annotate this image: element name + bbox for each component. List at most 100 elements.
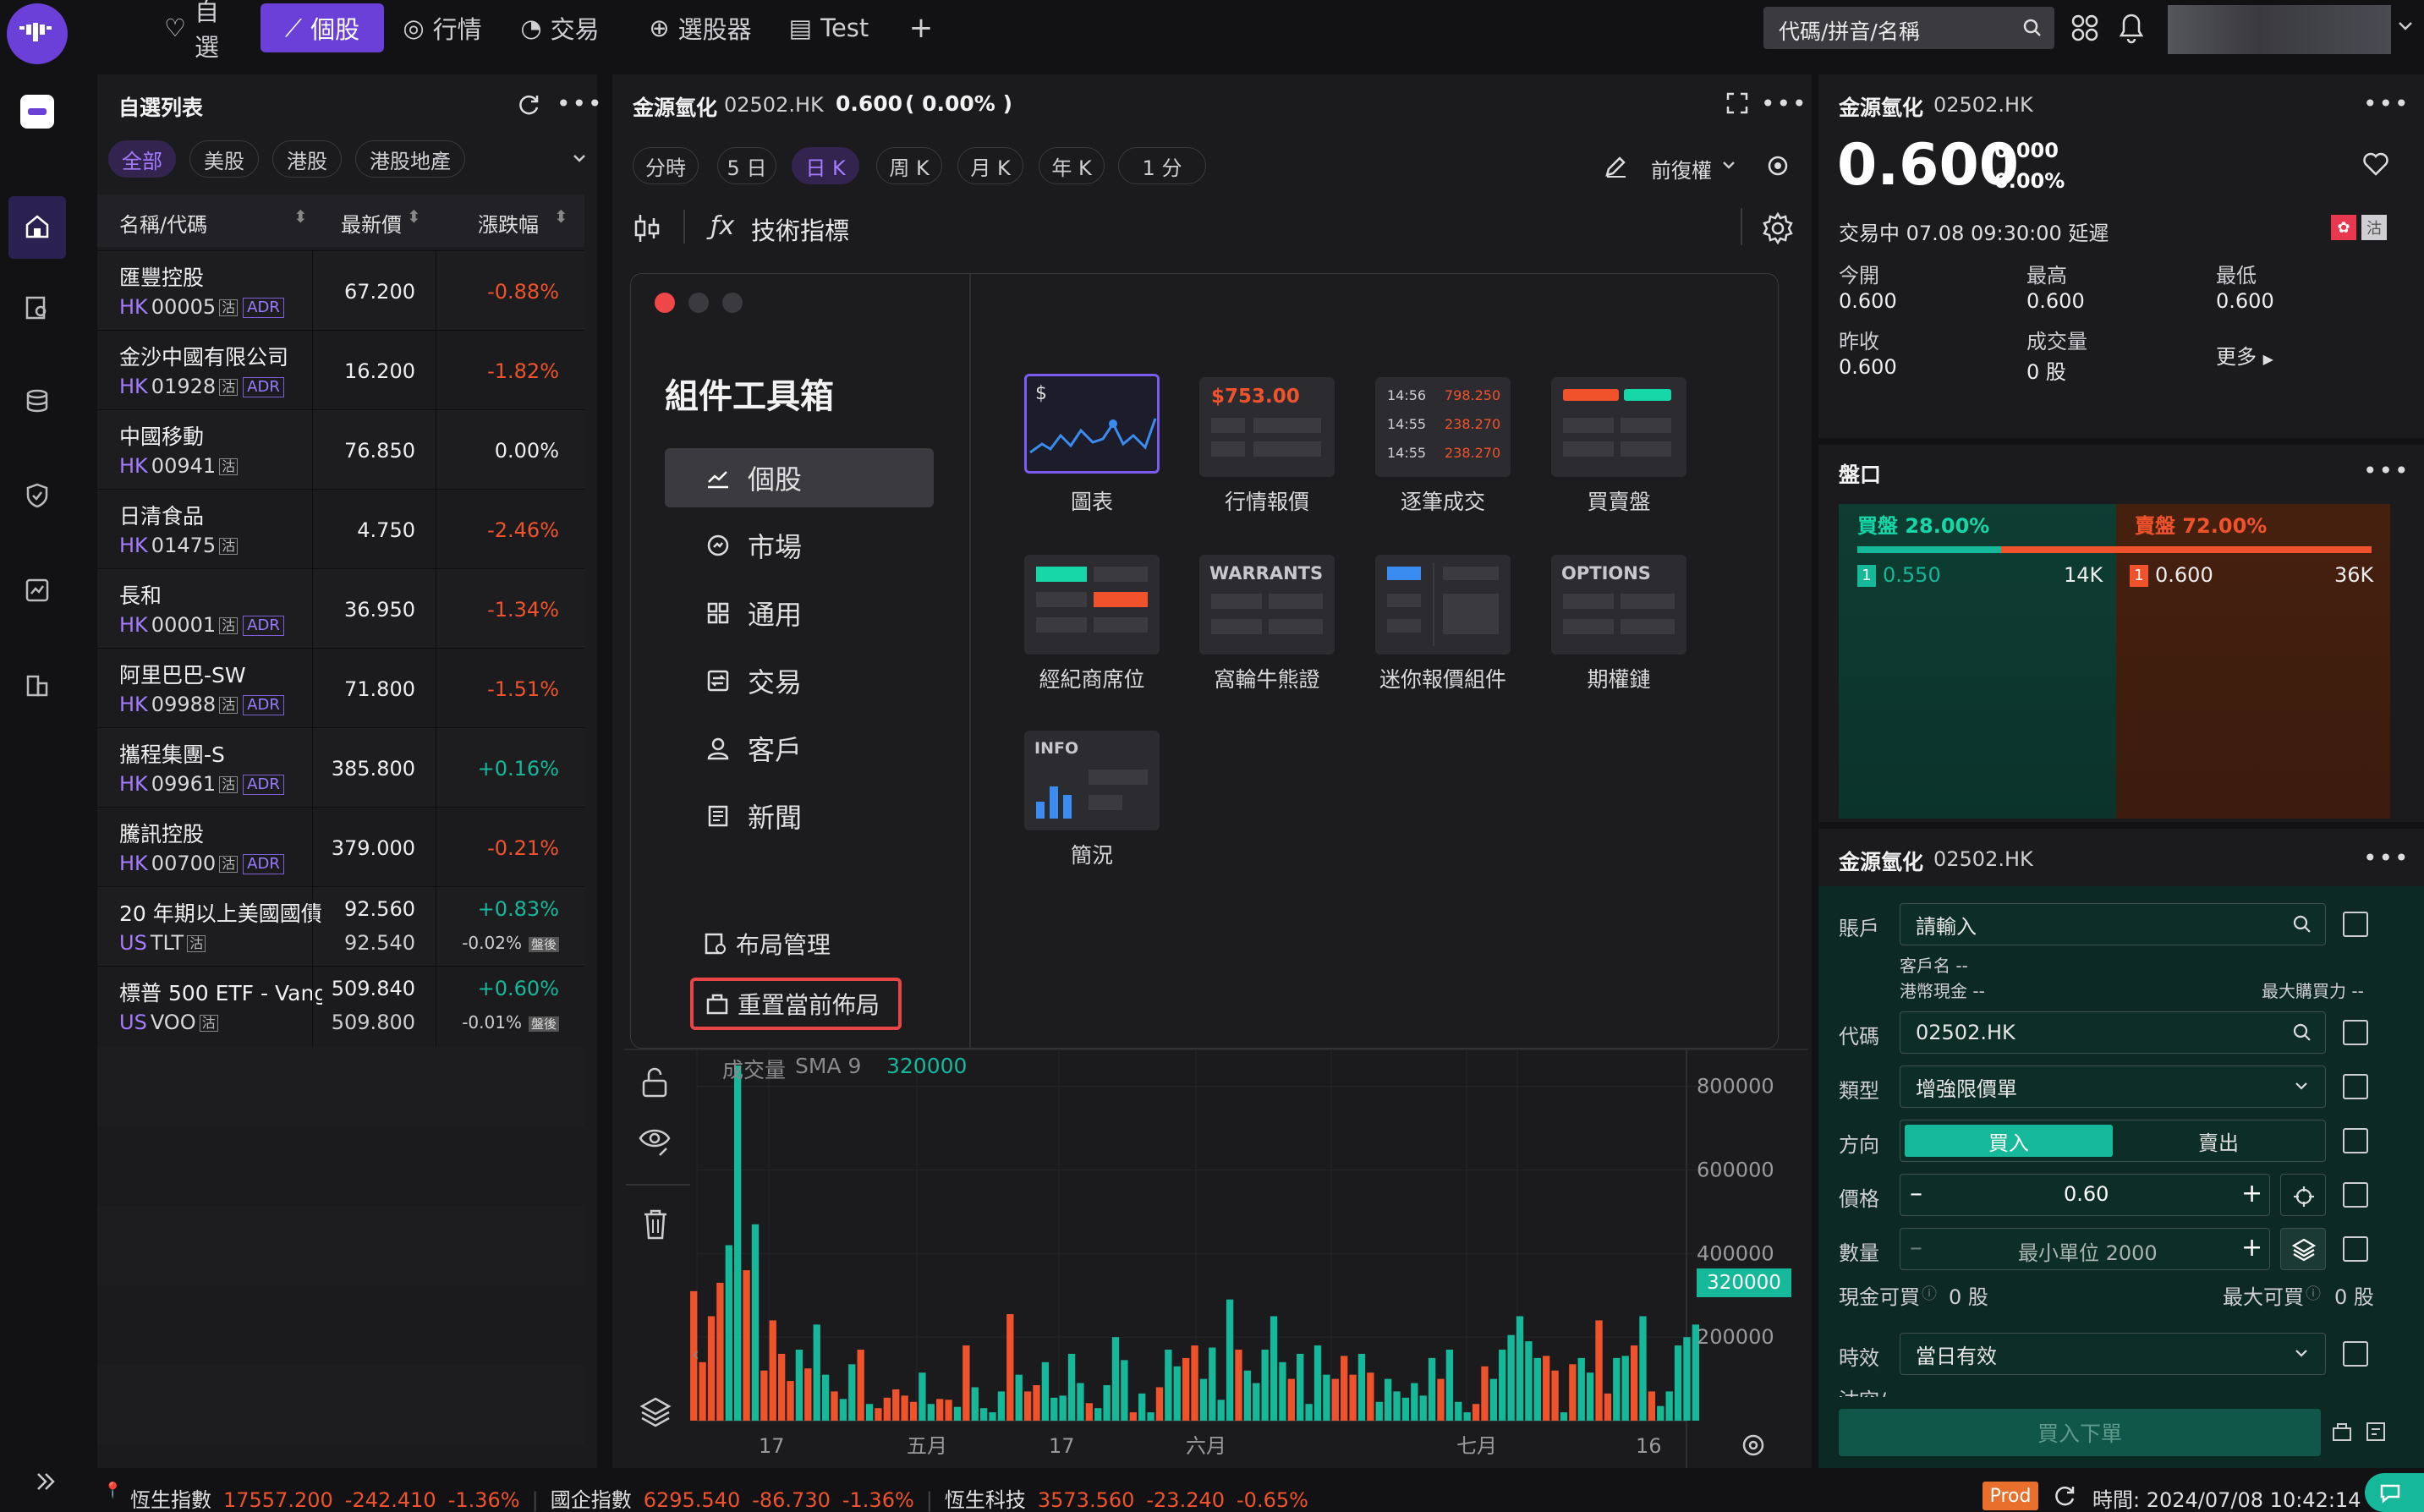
search-input[interactable]: 代碼/拼音/名稱	[1779, 15, 1920, 46]
refresh-icon[interactable]	[516, 92, 541, 118]
validity-select[interactable]: 當日有效	[1900, 1333, 2326, 1375]
target-settings-icon[interactable]	[1741, 1433, 1766, 1458]
window-close-dot[interactable]	[655, 293, 675, 313]
building-icon[interactable]	[24, 671, 51, 698]
period-1[interactable]: 分時	[633, 147, 699, 184]
col-price[interactable]: 最新價	[341, 208, 402, 238]
brand-app-icon[interactable]	[20, 95, 54, 129]
validity-checkbox[interactable]	[2343, 1341, 2368, 1367]
price-decrement[interactable]: –	[1910, 1179, 1922, 1208]
col-name[interactable]: 名稱/代碼	[119, 208, 207, 238]
toolbox-menu-market[interactable]: 市場	[665, 516, 934, 575]
refresh-icon[interactable]	[2052, 1483, 2077, 1509]
info-icon[interactable]: ⓘ	[2306, 1282, 2321, 1304]
period-6[interactable]: 年 K	[1039, 147, 1105, 184]
adjust-dropdown[interactable]: 前復權	[1651, 154, 1712, 184]
more-icon[interactable]: •••	[2363, 457, 2410, 485]
shield-icon[interactable]	[24, 482, 51, 509]
qty-input[interactable]: 最小單位 2000	[2018, 1236, 2158, 1266]
tab-2[interactable]: ⟋ 個股	[260, 3, 384, 52]
gear-icon[interactable]	[1761, 211, 1795, 245]
indicator-button[interactable]: 技術指標	[751, 211, 849, 247]
chevron-down-icon[interactable]	[2294, 1348, 2309, 1358]
tab-4[interactable]: ◔ 交易	[506, 3, 614, 52]
widget-broker-tile[interactable]	[1024, 555, 1160, 655]
expand-icon[interactable]	[34, 1470, 58, 1493]
layout-manage-button[interactable]: 布局管理	[704, 927, 831, 961]
buy-toggle[interactable]: 買入	[1905, 1125, 2113, 1157]
more-icon[interactable]: •••	[2363, 844, 2410, 872]
candlestick-icon[interactable]	[633, 211, 661, 245]
tab-6[interactable]: ▤ Test	[778, 3, 880, 52]
widget-ticks-tile[interactable]: 14:56 798.250 14:55 238.270 14:55 238.270	[1375, 377, 1511, 477]
more-icon[interactable]: •••	[1761, 90, 1808, 118]
tab-3[interactable]: ◎ 行情	[391, 3, 494, 52]
period-3[interactable]: 日 K	[792, 147, 859, 184]
layers-icon[interactable]	[639, 1395, 672, 1429]
target-settings-icon[interactable]	[1766, 154, 1790, 178]
index-ticker[interactable]: 恆生指數 17557.200 -242.410 -1.36% | 國企指數 6295.540…	[130, 1483, 1320, 1512]
price-input[interactable]: 0.60	[2064, 1182, 2109, 1206]
fullscreen-icon[interactable]	[1725, 91, 1749, 115]
info-icon[interactable]: ⓘ	[1922, 1282, 1937, 1304]
more-icon[interactable]: •••	[557, 90, 604, 118]
database-icon[interactable]	[24, 387, 51, 414]
scroll-left-icon[interactable]: ‹	[692, 1345, 699, 1366]
search-icon[interactable]	[2022, 18, 2043, 38]
price-increment[interactable]: +	[2241, 1179, 2262, 1208]
search-box[interactable]: 代碼/拼音/名稱	[1763, 7, 2054, 49]
rail-home[interactable]	[8, 196, 66, 259]
account-input[interactable]: 請輸入	[1900, 903, 2326, 945]
basket-icon[interactable]	[2331, 1421, 2353, 1443]
col-change[interactable]: 漲跌幅	[478, 208, 539, 238]
filter-3[interactable]: 港股	[272, 140, 342, 178]
more-link[interactable]: 更多 ▶	[2216, 340, 2273, 370]
toolbox-menu-stock[interactable]: 個股	[665, 448, 934, 507]
qty-checkbox[interactable]	[2343, 1236, 2368, 1262]
widget-orderbook-tile[interactable]	[1551, 377, 1686, 477]
bell-icon[interactable]	[2116, 10, 2147, 44]
order-settings-icon[interactable]	[2365, 1421, 2387, 1443]
watchlist-row[interactable]: 阿里巴巴-SW HK 09988 沽 ADR 71.800 -1.51%	[97, 648, 584, 728]
watchlist-row[interactable]: 20 年期以上美國國債 US TLT 沽 92.560 +0.83% 92.540 -0.02…	[97, 886, 584, 967]
widget-quote-tile[interactable]: $753.00	[1199, 377, 1335, 477]
chevron-down-icon[interactable]	[572, 153, 587, 163]
heart-add-icon[interactable]	[2361, 151, 2390, 178]
watchlist-row[interactable]: 攜程集團-S HK 09961 沽 ADR 385.800 +0.16%	[97, 727, 584, 808]
type-checkbox[interactable]	[2343, 1074, 2368, 1099]
type-select[interactable]: 增強限價單	[1900, 1066, 2326, 1108]
more-icon[interactable]: •••	[2363, 90, 2410, 118]
code-checkbox[interactable]	[2343, 1020, 2368, 1045]
widget-options-tile[interactable]: OPTIONS	[1551, 555, 1686, 655]
toolbox-menu-client[interactable]: 客戶	[665, 719, 934, 778]
period-2[interactable]: 5 日	[717, 147, 776, 184]
pencil-icon[interactable]	[1604, 155, 1627, 178]
search-icon[interactable]	[2292, 914, 2312, 934]
period-5[interactable]: 月 K	[957, 147, 1023, 184]
add-tab-button[interactable]: +	[900, 3, 942, 52]
watchlist-row[interactable]: 標普 500 ETF - Vanguard USVOO沽 509.840 +0.60%…	[97, 966, 584, 1046]
sort-icon[interactable]: ⬍	[407, 206, 421, 227]
code-input[interactable]: 02502.HK	[1900, 1011, 2326, 1054]
side-checkbox[interactable]	[2343, 1128, 2368, 1153]
reset-layout-button[interactable]: 重置當前佈局	[690, 978, 902, 1030]
watchlist-row[interactable]: 金沙中國有限公司 HK 01928 沽 ADR 16.200 -1.82%	[97, 330, 584, 410]
widget-chart-tile[interactable]: $	[1024, 374, 1160, 474]
price-checkbox[interactable]	[2343, 1182, 2368, 1208]
period-4[interactable]: 周 K	[876, 147, 942, 184]
user-avatar-blurred[interactable]	[2168, 5, 2391, 54]
search-icon[interactable]	[2292, 1022, 2312, 1043]
account-checkbox[interactable]	[2343, 912, 2368, 937]
fx-icon[interactable]: ƒx	[710, 211, 734, 241]
app-logo[interactable]	[7, 3, 68, 64]
filter-4[interactable]: 港股地產	[355, 140, 465, 178]
sell-toggle[interactable]: 賣出	[2114, 1125, 2323, 1157]
sort-icon[interactable]: ⬍	[554, 206, 568, 227]
qty-increment[interactable]: +	[2241, 1233, 2262, 1263]
chevron-down-icon[interactable]	[2294, 1081, 2309, 1091]
qty-layers-button[interactable]	[2280, 1228, 2326, 1270]
quote-search-icon[interactable]	[24, 294, 51, 321]
watchlist-row[interactable]: 日清食品 HK 01475 沽 4.750 -2.46%	[97, 489, 584, 569]
widget-info-tile[interactable]: INFO	[1024, 731, 1160, 830]
toolbox-menu-news[interactable]: 新聞	[665, 786, 934, 846]
